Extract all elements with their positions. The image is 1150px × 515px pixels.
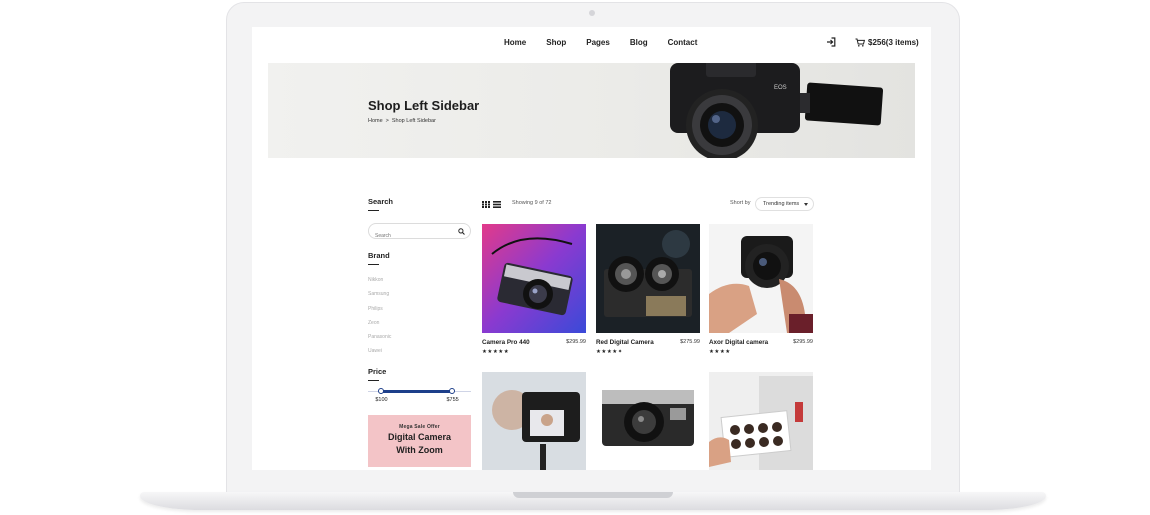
slider-fill (381, 389, 453, 393)
product-card[interactable]: Axor Digital camera $295.99 ★★★★ (709, 224, 813, 355)
product-image[interactable] (709, 372, 813, 470)
browser-screen: Home Shop Pages Blog Contact $256(3 item… (252, 27, 931, 470)
product-card[interactable]: Camera Pro 440 $295.99 ★★★★★ (482, 224, 586, 355)
laptop-notch (513, 492, 673, 498)
product-name[interactable]: Camera Pro 440 (482, 339, 530, 346)
brand-item[interactable]: Uawei (368, 344, 472, 358)
product-image[interactable] (709, 224, 813, 333)
list-view-icon[interactable] (493, 201, 501, 208)
slider-max-handle[interactable] (449, 387, 456, 394)
result-count: Showing 9 of 72 (512, 200, 552, 206)
promo-title-line2: With Zoom (396, 444, 443, 455)
cart-button[interactable]: $256(3 items) (855, 38, 919, 47)
rating-stars: ★★★★★ (482, 349, 510, 355)
promo-subtitle: Mega Sale Offer (399, 423, 440, 430)
slider-min-handle[interactable] (378, 387, 385, 394)
product-image[interactable] (482, 224, 586, 333)
product-price: $295.99 (566, 339, 586, 345)
main-nav: Home Shop Pages Blog Contact (504, 38, 717, 47)
brand-item[interactable]: Panasonic (368, 330, 472, 344)
brand-item[interactable]: Nikkon (368, 273, 472, 287)
webcam-icon (589, 10, 595, 16)
breadcrumb: Home > Shop Left Sidebar (368, 118, 436, 124)
hero-banner: Shop Left Sidebar Home > Shop Left Sideb… (268, 63, 915, 158)
rating-stars: ★★★★ (709, 349, 731, 355)
nav-shop[interactable]: Shop (546, 38, 566, 47)
brand-item[interactable]: Samsung (368, 287, 472, 301)
price-heading: Price (368, 366, 387, 376)
product-price: $275.99 (680, 339, 700, 345)
breadcrumb-home[interactable]: Home (368, 118, 383, 124)
promo-banner[interactable]: Mega Sale Offer Digital Camera With Zoom (368, 414, 471, 467)
cart-icon (855, 38, 865, 47)
sort-dropdown[interactable]: Trending items (755, 197, 814, 211)
search-icon[interactable] (458, 228, 465, 235)
caret-down-icon (804, 203, 808, 206)
price-min-label: $100 (375, 396, 388, 403)
page-title: Shop Left Sidebar (368, 98, 480, 113)
login-icon[interactable] (826, 37, 836, 47)
svg-text:EOS: EOS (774, 85, 787, 91)
product-price: $295.99 (793, 339, 813, 345)
heading-underline (368, 379, 379, 381)
cart-summary: $256(3 items) (868, 38, 919, 47)
search-heading: Search (368, 197, 394, 206)
product-image[interactable] (596, 372, 700, 470)
search-input[interactable] (369, 229, 454, 243)
product-card[interactable]: Red Digital Camera $275.99 ★★★★✦ (596, 224, 700, 355)
nav-contact[interactable]: Contact (668, 38, 698, 47)
shop-sidebar: Search Brand Nikkon Samsung Philips Zeon… (368, 197, 472, 467)
hero-camera-image: EOS (670, 63, 884, 158)
product-card[interactable] (482, 372, 586, 470)
product-card[interactable] (709, 372, 813, 470)
breadcrumb-separator: > (385, 118, 389, 124)
brand-heading: Brand (368, 251, 390, 260)
nav-home[interactable]: Home (504, 38, 526, 47)
sort-value: Trending items (763, 201, 800, 207)
laptop-mockup: Home Shop Pages Blog Contact $256(3 item… (0, 0, 1150, 515)
product-name[interactable]: Red Digital Camera (596, 339, 654, 346)
search-box (368, 223, 471, 243)
heading-underline (368, 264, 379, 265)
breadcrumb-current: Shop Left Sidebar (391, 118, 436, 124)
brand-item[interactable]: Philips (368, 302, 472, 316)
brand-item[interactable]: Zeon (368, 316, 472, 330)
price-labels: $100 $755 (368, 397, 472, 405)
price-range-slider[interactable] (368, 387, 471, 397)
promo-title-line1: Digital Camera (387, 431, 452, 442)
brand-list: Nikkon Samsung Philips Zeon Panasonic Ua… (368, 273, 472, 359)
nav-pages[interactable]: Pages (586, 38, 610, 47)
price-max-label: $755 (446, 396, 459, 403)
heading-underline (368, 210, 379, 211)
product-name[interactable]: Axor Digital camera (709, 339, 768, 346)
grid-view-icon[interactable] (482, 201, 490, 208)
product-card[interactable] (596, 372, 700, 470)
rating-stars: ★★★★✦ (596, 349, 623, 355)
product-image[interactable] (482, 372, 586, 470)
sort-label: Short by (730, 200, 751, 206)
product-image[interactable] (596, 224, 700, 333)
nav-blog[interactable]: Blog (630, 38, 648, 47)
